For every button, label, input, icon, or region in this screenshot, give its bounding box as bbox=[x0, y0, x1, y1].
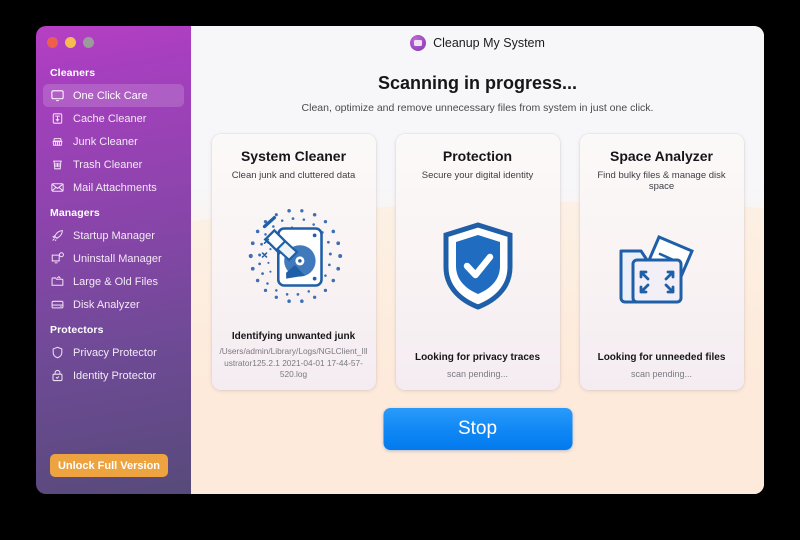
sidebar-item-disk-analyzer[interactable]: Disk Analyzer bbox=[43, 293, 184, 316]
sidebar-nav: Cleaners One Click Care Cache Cleaner Ju… bbox=[36, 59, 191, 387]
card-title: Protection bbox=[442, 148, 513, 164]
sidebar-item-privacy-protector[interactable]: Privacy Protector bbox=[43, 341, 184, 364]
sidebar-item-startup-manager[interactable]: Startup Manager bbox=[43, 224, 184, 247]
sidebar-item-one-click-care[interactable]: One Click Care bbox=[43, 84, 184, 107]
sidebar-item-label: One Click Care bbox=[73, 89, 148, 102]
broom-icon bbox=[50, 134, 65, 149]
harddrive-broom-icon bbox=[212, 181, 376, 331]
app-window: Cleaners One Click Care Cache Cleaner Ju… bbox=[36, 26, 764, 494]
card-title: Space Analyzer bbox=[610, 148, 713, 164]
folder-icon bbox=[50, 274, 65, 289]
card-detail-path: /Users/admin/Library/Logs/NGLClient_Illu… bbox=[219, 346, 368, 379]
app-titlebar: Cleanup My System bbox=[191, 26, 764, 59]
sidebar-item-mail-attachments[interactable]: Mail Attachments bbox=[43, 176, 184, 199]
sidebar-item-label: Trash Cleaner bbox=[73, 158, 143, 171]
card-detail-status: scan pending... bbox=[630, 368, 693, 379]
card-status: Looking for unneeded files bbox=[597, 351, 726, 363]
minimize-button[interactable] bbox=[65, 37, 76, 48]
screenshot-root: Cleaners One Click Care Cache Cleaner Ju… bbox=[0, 0, 800, 540]
uninstall-icon bbox=[50, 251, 65, 266]
sidebar-item-trash-cleaner[interactable]: Trash Cleaner bbox=[43, 153, 184, 176]
sidebar-item-identity-protector[interactable]: Identity Protector bbox=[43, 364, 184, 387]
zoom-button[interactable] bbox=[83, 37, 94, 48]
sidebar: Cleaners One Click Care Cache Cleaner Ju… bbox=[36, 26, 191, 494]
sidebar-item-label: Disk Analyzer bbox=[73, 298, 140, 311]
card-detail-status: scan pending... bbox=[446, 368, 509, 379]
monitor-icon bbox=[50, 88, 65, 103]
card-status: Identifying unwanted junk bbox=[231, 331, 356, 343]
card-subtitle: Clean junk and cluttered data bbox=[231, 170, 356, 181]
sidebar-item-uninstall-manager[interactable]: Uninstall Manager bbox=[43, 247, 184, 270]
sidebar-item-label: Large & Old Files bbox=[73, 275, 158, 288]
sidebar-item-label: Privacy Protector bbox=[73, 346, 157, 359]
page-subtitle: Clean, optimize and remove unnecessary f… bbox=[301, 102, 654, 114]
page-title: Scanning in progress... bbox=[377, 73, 578, 93]
card-title: System Cleaner bbox=[240, 148, 347, 164]
card-subtitle: Secure your digital identity bbox=[421, 170, 534, 181]
scan-cards: System Cleaner Clean junk and cluttered … bbox=[191, 134, 764, 390]
sidebar-item-large-old-files[interactable]: Large & Old Files bbox=[43, 270, 184, 293]
folder-expand-icon bbox=[580, 192, 744, 352]
trash-icon bbox=[50, 157, 65, 172]
disk-icon bbox=[50, 297, 65, 312]
rocket-icon bbox=[50, 228, 65, 243]
window-traffic-lights bbox=[47, 37, 94, 48]
card-system-cleaner[interactable]: System Cleaner Clean junk and cluttered … bbox=[211, 134, 376, 390]
main-content: Cleanup My System Scanning in progress..… bbox=[191, 26, 764, 494]
mail-icon bbox=[50, 180, 65, 195]
sidebar-item-label: Junk Cleaner bbox=[73, 135, 138, 148]
unlock-full-version-button[interactable]: Unlock Full Version bbox=[50, 454, 168, 477]
close-button[interactable] bbox=[47, 37, 58, 48]
sidebar-item-label: Mail Attachments bbox=[73, 181, 157, 194]
stop-button[interactable]: Stop bbox=[383, 408, 572, 450]
sidebar-group-title-cleaners: Cleaners bbox=[50, 67, 96, 79]
card-space-analyzer[interactable]: Space Analyzer Find bulky files & manage… bbox=[579, 134, 744, 390]
card-protection[interactable]: Protection Secure your digital identity … bbox=[395, 134, 560, 390]
lock-icon bbox=[50, 368, 65, 383]
app-logo-icon bbox=[410, 34, 427, 51]
sidebar-item-label: Startup Manager bbox=[73, 229, 155, 242]
cache-icon bbox=[50, 111, 65, 126]
app-title: Cleanup My System bbox=[433, 35, 545, 50]
shield-icon bbox=[50, 345, 65, 360]
sidebar-group-title-managers: Managers bbox=[50, 207, 100, 219]
shield-check-icon bbox=[396, 181, 560, 352]
sidebar-group-title-protectors: Protectors bbox=[50, 324, 104, 336]
sidebar-item-junk-cleaner[interactable]: Junk Cleaner bbox=[43, 130, 184, 153]
sidebar-item-label: Cache Cleaner bbox=[73, 112, 147, 125]
sidebar-item-cache-cleaner[interactable]: Cache Cleaner bbox=[43, 107, 184, 130]
sidebar-item-label: Identity Protector bbox=[73, 369, 157, 382]
card-subtitle: Find bulky files & manage disk space bbox=[597, 170, 726, 192]
sidebar-item-label: Uninstall Manager bbox=[73, 252, 162, 265]
card-status: Looking for privacy traces bbox=[414, 351, 541, 363]
